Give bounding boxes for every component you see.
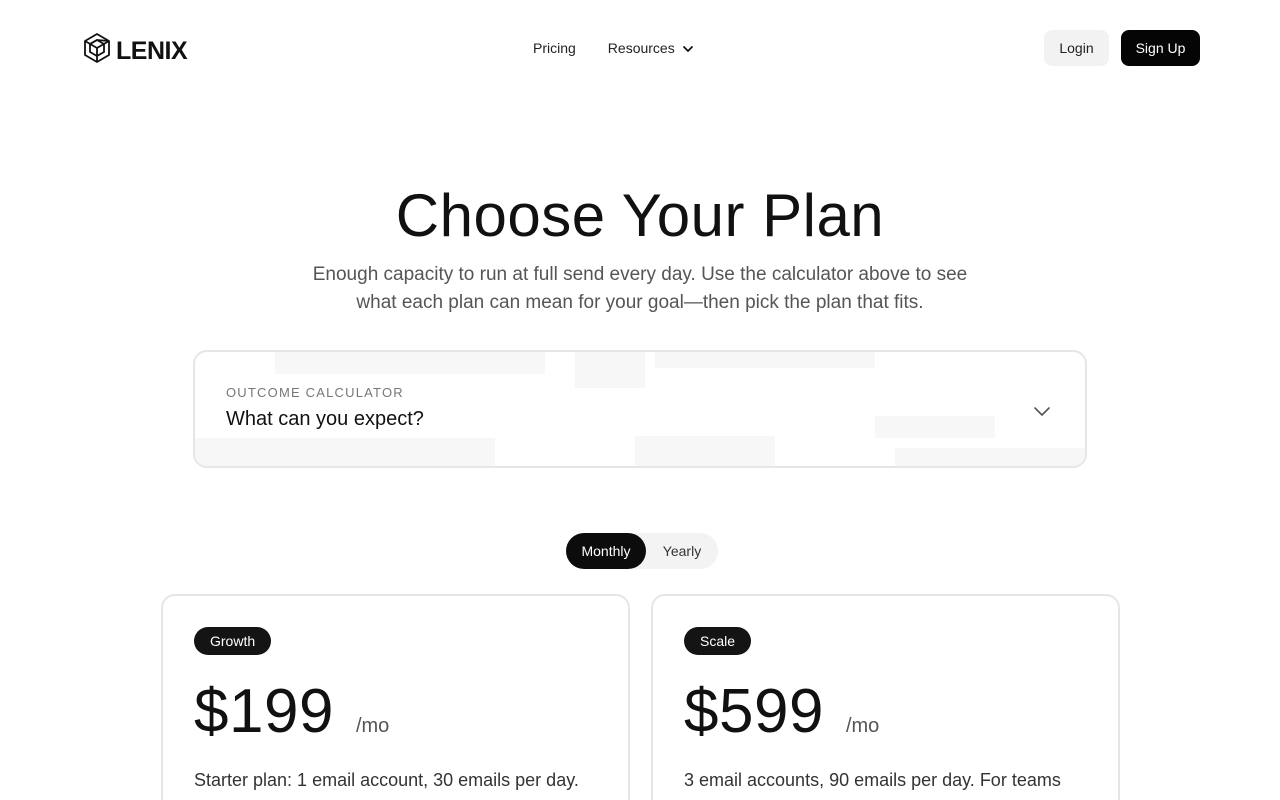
plan-badge: Growth: [194, 627, 272, 655]
chevron-down-icon: [1031, 400, 1053, 422]
main-nav: Pricing Resources: [533, 36, 695, 60]
calculator-title: What can you expect?: [226, 408, 424, 430]
plan-card-scale: Scale $599 /mo 3 email accounts, 90 emai…: [651, 594, 1120, 800]
plan-description: Starter plan: 1 email account, 30 emails…: [194, 770, 579, 800]
price-period: /mo: [355, 715, 390, 737]
sign-up-button[interactable]: Sign Up: [1121, 30, 1200, 66]
brand-name: LENIX: [116, 36, 188, 65]
login-button[interactable]: Login: [1044, 30, 1109, 66]
billing-period-toggle: Monthly Yearly: [566, 533, 718, 569]
outcome-calculator-accordion[interactable]: OUTCOME CALCULATOR What can you expect?: [193, 350, 1087, 468]
plan-description: 3 email accounts, 90 emails per day. For…: [684, 770, 1061, 800]
toggle-monthly[interactable]: Monthly: [566, 533, 646, 569]
price-period: /mo: [845, 715, 880, 737]
page-title: Choose Your Plan: [395, 182, 885, 249]
nav-resources-dropdown[interactable]: Resources: [608, 36, 695, 60]
price-amount: $599: [684, 677, 824, 746]
hexagon-logo-icon: [82, 32, 112, 69]
plan-price: $199 /mo: [194, 676, 389, 748]
nav-resources-label: Resources: [607, 40, 675, 56]
brand-logo[interactable]: LENIX: [82, 32, 188, 69]
toggle-yearly[interactable]: Yearly: [646, 533, 718, 569]
page-subtitle: Enough capacity to run at full send ever…: [312, 264, 968, 313]
nav-pricing-link[interactable]: Pricing: [533, 36, 576, 60]
price-amount: $199: [194, 677, 334, 746]
plan-price: $599 /mo: [684, 676, 879, 748]
calculator-eyebrow: OUTCOME CALCULATOR: [226, 385, 404, 400]
plan-card-growth: Growth $199 /mo Starter plan: 1 email ac…: [161, 594, 630, 800]
plan-badge: Scale: [684, 627, 752, 655]
chevron-down-icon: [681, 41, 695, 56]
site-header: LENIX Pricing Resources Login Sign Up: [0, 0, 1280, 96]
nav-pricing-label: Pricing: [533, 40, 576, 56]
